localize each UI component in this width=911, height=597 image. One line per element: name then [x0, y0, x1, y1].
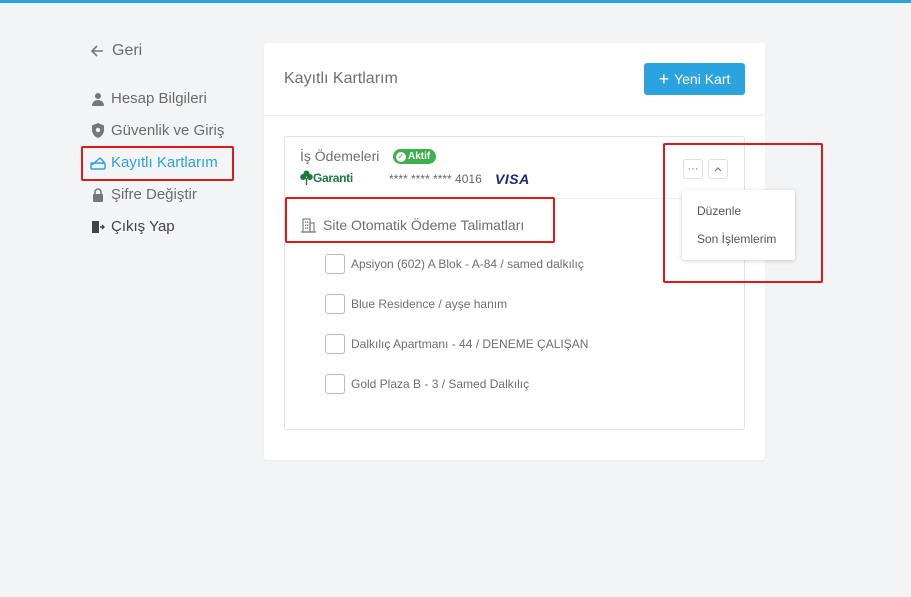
list-item-label: Dalkılıç Apartmanı - 44 / DENEME ÇALIŞAN	[351, 337, 589, 351]
shield-icon	[90, 123, 106, 139]
list-item[interactable]: Dalkılıç Apartmanı - 44 / DENEME ÇALIŞAN	[325, 334, 588, 354]
back-link[interactable]: Geri	[90, 42, 142, 60]
top-accent-bar	[0, 0, 911, 3]
status-label: Aktif	[408, 151, 431, 162]
plus-icon: +	[658, 69, 670, 89]
check-circle-icon: ✓	[396, 151, 406, 162]
new-card-button[interactable]: + Yeni Kart	[644, 63, 745, 95]
lock-icon	[90, 187, 106, 203]
logout-icon	[90, 219, 106, 235]
list-item-label: Apsiyon (602) A Blok - A-84 / samed dalk…	[351, 257, 584, 271]
page-title: Kayıtlı Kartlarım	[284, 70, 398, 87]
sidebar-item-change-password[interactable]: Şifre Değiştir	[90, 186, 197, 203]
sidebar-item-security[interactable]: Güvenlik ve Giriş	[90, 122, 224, 139]
user-icon	[90, 91, 106, 107]
arrow-left-icon	[90, 45, 103, 57]
sidebar-item-label: Hesap Bilgileri	[111, 90, 207, 107]
highlight-box-section-title	[285, 197, 555, 243]
list-item[interactable]: Gold Plaza B - 3 / Samed Dalkılıç	[325, 374, 529, 394]
checkbox[interactable]	[325, 374, 345, 394]
back-label: Geri	[112, 42, 143, 59]
sidebar-item-label: Şifre Değiştir	[111, 186, 197, 203]
status-badge: ✓ Aktif	[393, 149, 437, 164]
card-number: **** **** **** 4016	[389, 172, 482, 186]
checkbox[interactable]	[325, 334, 345, 354]
sidebar-item-label: Güvenlik ve Giriş	[111, 122, 225, 139]
list-item-label: Gold Plaza B - 3 / Samed Dalkılıç	[351, 377, 530, 391]
visa-logo: VISA	[495, 171, 530, 187]
sidebar-item-label: Çıkış Yap	[111, 218, 175, 235]
list-item[interactable]: Apsiyon (602) A Blok - A-84 / samed dalk…	[325, 254, 584, 274]
highlight-box-options	[663, 143, 823, 283]
list-item[interactable]: Blue Residence / ayşe hanım	[325, 294, 507, 314]
checkbox[interactable]	[325, 294, 345, 314]
panel-header: Kayıtlı Kartlarım + Yeni Kart	[264, 43, 765, 116]
bank-name: Garanti	[313, 170, 353, 185]
new-card-label: Yeni Kart	[674, 71, 731, 87]
sidebar-item-logout[interactable]: Çıkış Yap	[90, 218, 175, 235]
checkbox[interactable]	[325, 254, 345, 274]
list-item-label: Blue Residence / ayşe hanım	[351, 297, 508, 311]
sidebar-item-account[interactable]: Hesap Bilgileri	[90, 90, 207, 107]
clover-icon	[300, 170, 313, 185]
highlight-box-saved-cards	[81, 146, 234, 181]
bank-logo: Garanti	[300, 170, 353, 185]
card-name: İş Ödemeleri	[300, 148, 380, 164]
